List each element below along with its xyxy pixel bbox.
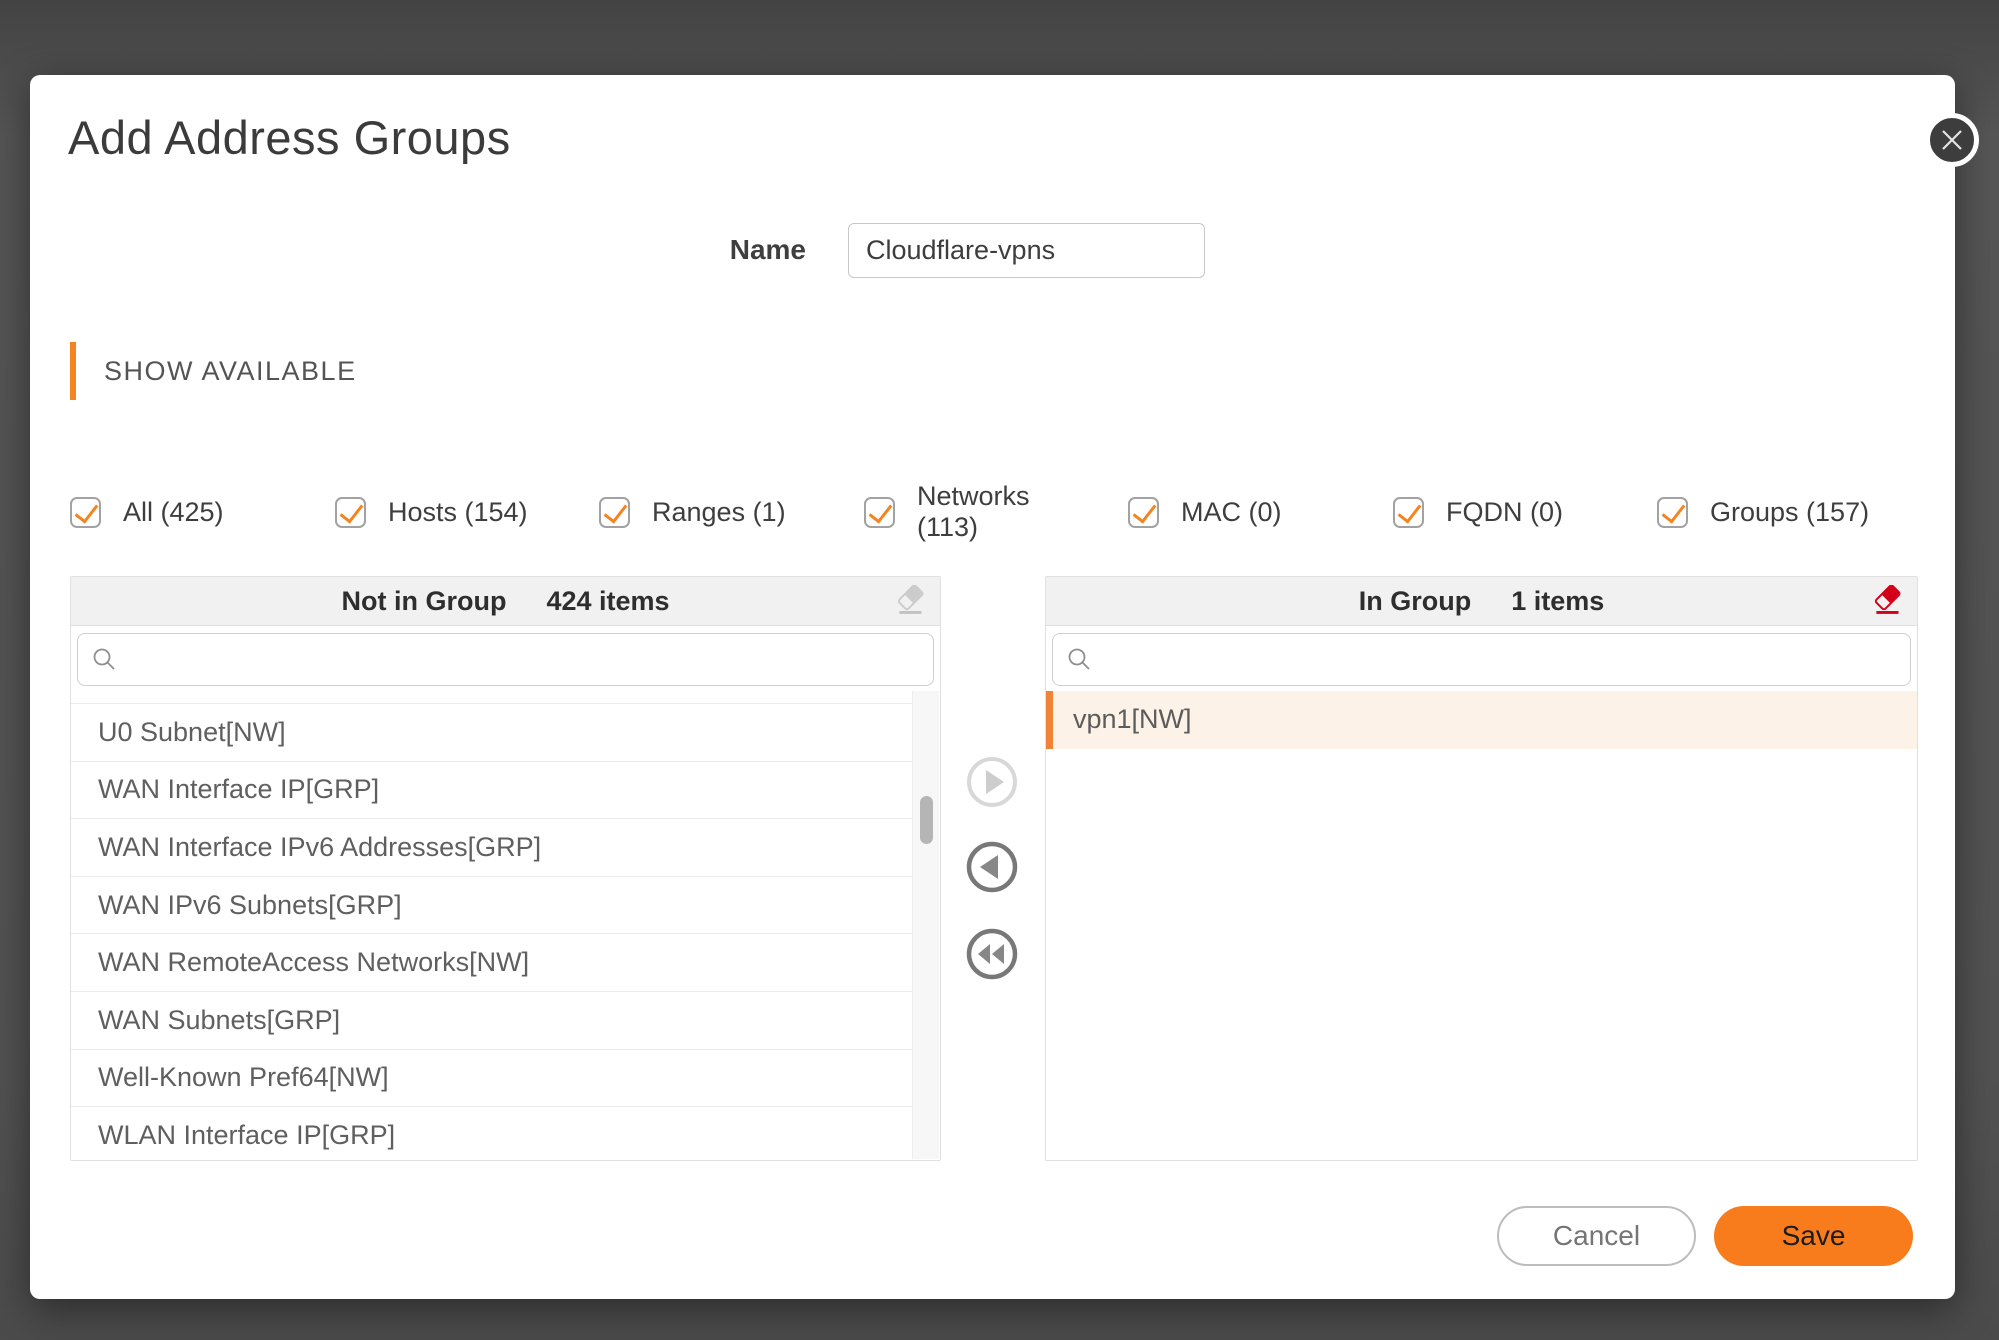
panel-title: In Group xyxy=(1358,585,1472,616)
clear-in-group-button[interactable] xyxy=(1871,584,1905,619)
in-group-search xyxy=(1052,633,1911,686)
list-item[interactable]: Well-Known Pref64[NW] xyxy=(71,1049,912,1108)
filter-checkbox[interactable]: All (425) xyxy=(70,495,224,529)
panel-title: Not in Group xyxy=(341,585,507,616)
list-item-label: U0 Subnet[NW] xyxy=(98,716,286,747)
filter-label: FQDN (0) xyxy=(1446,496,1563,527)
panel-count: 424 items xyxy=(546,585,670,616)
list-item[interactable]: WAN Interface IP[GRP] xyxy=(71,761,912,820)
list-item[interactable]: WAN Interface IPv6 Addresses[GRP] xyxy=(71,819,912,877)
in-group-list: vpn1[NW] xyxy=(1046,691,1917,1160)
filter-label: Ranges (1) xyxy=(652,496,786,527)
list-item-label: WLAN Interface IP[GRP] xyxy=(98,1119,396,1150)
checkbox-icon[interactable] xyxy=(864,496,895,528)
arrow-right-icon xyxy=(967,757,1017,807)
list-item-label: vpn1[NW] xyxy=(1073,704,1192,735)
dialog-title: Add Address Groups xyxy=(68,111,511,164)
not-in-group-list: U0 Subnet[NW] WAN Interface IP[GRP] WAN … xyxy=(71,691,912,1160)
list-item-partial[interactable] xyxy=(71,691,912,704)
list-item[interactable]: U0 Subnet[NW] xyxy=(71,704,912,762)
filter-label: Networks (113) xyxy=(917,480,1030,542)
checkbox-icon[interactable] xyxy=(70,496,101,528)
filter-checkbox[interactable]: Networks (113) xyxy=(864,474,1043,550)
list-item[interactable]: WAN Subnets[GRP] xyxy=(71,991,912,1050)
in-group-header: In Group 1 items xyxy=(1046,577,1917,626)
filter-label: MAC (0) xyxy=(1181,496,1282,527)
filter-label: Hosts (154) xyxy=(388,496,528,527)
filter-label: Groups (157) xyxy=(1710,496,1870,527)
list-item-label: WAN Interface IPv6 Addresses[GRP] xyxy=(98,831,542,862)
checkbox-icon[interactable] xyxy=(335,496,366,528)
scrollbar-thumb[interactable] xyxy=(920,796,933,844)
search-input[interactable] xyxy=(129,634,920,685)
cancel-button[interactable]: Cancel xyxy=(1497,1206,1696,1266)
checkbox-icon[interactable] xyxy=(1393,496,1424,528)
in-group-panel: In Group 1 items vpn1[NW] xyxy=(1045,576,1918,1161)
list-item-label: WAN IPv6 Subnets[GRP] xyxy=(98,889,402,920)
save-button[interactable]: Save xyxy=(1714,1206,1913,1266)
filter-checkbox[interactable]: Groups (157) xyxy=(1657,495,1869,529)
clear-not-in-group-button[interactable] xyxy=(894,584,928,619)
name-input[interactable] xyxy=(848,223,1205,278)
scrollbar-track[interactable] xyxy=(912,691,939,1159)
list-item-label: Well-Known Pref64[NW] xyxy=(98,1062,389,1093)
list-item[interactable]: WAN RemoteAccess Networks[NW] xyxy=(71,934,912,992)
arrow-left-icon xyxy=(966,841,1018,893)
checkbox-icon[interactable] xyxy=(599,496,630,528)
checkbox-icon[interactable] xyxy=(1657,496,1688,528)
eraser-icon xyxy=(1874,584,1901,614)
add-address-groups-dialog: Add Address Groups Name SHOW AVAILABLE A… xyxy=(30,75,1979,1299)
list-item-label: WAN Interface IP[GRP] xyxy=(98,774,380,805)
filter-checkbox[interactable]: MAC (0) xyxy=(1128,495,1282,529)
filter-label: All (425) xyxy=(123,496,224,527)
eraser-icon xyxy=(897,584,924,614)
remove-from-group-button[interactable] xyxy=(965,840,1019,894)
filter-checkbox[interactable]: Ranges (1) xyxy=(599,495,786,529)
not-in-group-panel: Not in Group 424 items U0 Subnet[NW] WAN… xyxy=(70,576,941,1161)
search-icon xyxy=(93,648,115,670)
checkbox-icon[interactable] xyxy=(1128,496,1159,528)
double-arrow-left-icon xyxy=(966,928,1018,980)
filter-checkbox-row: All (425) Hosts (154) Ranges (1) Network… xyxy=(30,481,1955,542)
search-icon xyxy=(1068,648,1090,670)
close-button[interactable] xyxy=(1925,113,1979,167)
list-item[interactable]: vpn1[NW] xyxy=(1046,691,1917,749)
list-item-label: WAN Subnets[GRP] xyxy=(98,1004,341,1035)
name-label: Name xyxy=(729,234,806,265)
list-item[interactable]: WAN IPv6 Subnets[GRP] xyxy=(71,876,912,935)
list-item-label: WAN RemoteAccess Networks[NW] xyxy=(98,947,530,978)
not-in-group-header: Not in Group 424 items xyxy=(71,577,940,626)
not-in-group-search xyxy=(77,633,934,686)
list-item[interactable]: WLAN Interface IP[GRP] xyxy=(71,1107,912,1160)
remove-all-from-group-button[interactable] xyxy=(965,927,1019,981)
search-input[interactable] xyxy=(1104,634,1897,685)
filter-checkbox[interactable]: Hosts (154) xyxy=(335,495,528,529)
move-to-group-button[interactable] xyxy=(965,755,1019,809)
close-icon xyxy=(1942,130,1962,150)
filter-checkbox[interactable]: FQDN (0) xyxy=(1393,495,1563,529)
panel-count: 1 items xyxy=(1511,585,1605,616)
show-available-heading: SHOW AVAILABLE xyxy=(70,342,357,400)
